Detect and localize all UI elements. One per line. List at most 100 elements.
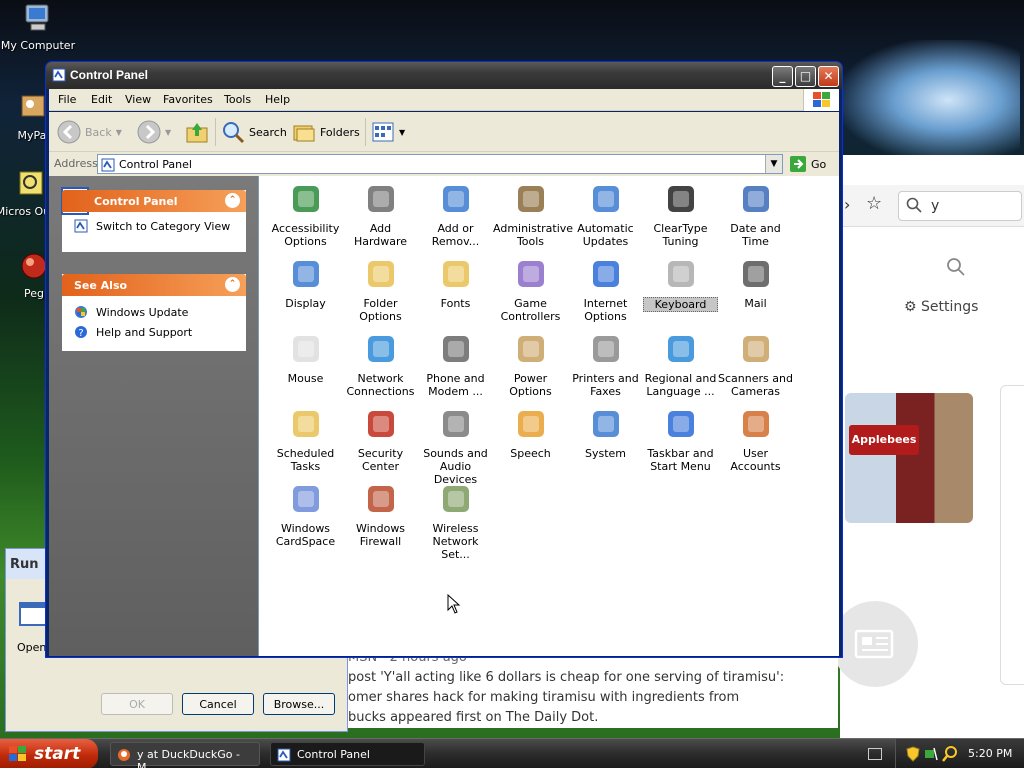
cp-item-add-hardware[interactable]: Add Hardware [343,182,418,248]
cp-item-network-connections[interactable]: Network Connections [343,332,418,398]
maximize-button[interactable]: □ [795,66,816,87]
cp-item-windows-cardspace[interactable]: Windows CardSpace [268,482,343,548]
cp-item-date-and-time[interactable]: Date and Time [718,182,793,248]
cp-item-label-line: Power Options [509,372,552,398]
cp-item-folder-options[interactable]: Folder Options [343,257,418,323]
search-button[interactable]: Search [221,120,287,144]
go-label: Go [811,157,827,171]
windows-flag-icon [9,746,26,761]
toolbar-separator [365,118,366,146]
cp-item-regional-and-language[interactable]: Regional and Language ... [643,332,718,398]
fonts-icon [442,261,469,287]
cp-item-label-line: Tuning [662,235,699,248]
star-icon[interactable]: ☆ [866,193,882,214]
cp-item-label-line: Firewall [359,535,402,548]
go-button[interactable]: Go [789,155,826,173]
cp-item-system[interactable]: System [568,407,643,460]
cp-item-security-center[interactable]: Security Center [343,407,418,473]
cp-item-display[interactable]: Display [268,257,343,310]
menu-favorites[interactable]: Favorites [163,93,213,106]
control-panel-icon [52,68,66,82]
cp-item-phone-and-modem[interactable]: Phone and Modem ... [418,332,493,398]
network-icon[interactable] [924,746,938,762]
cp-item-label: Taskbar and Start Menu [643,447,718,473]
clock[interactable]: 5:20 PM [968,747,1012,760]
cp-item-scheduled-tasks[interactable]: Scheduled Tasks [268,407,343,473]
cp-item-user-accounts[interactable]: User Accounts [718,407,793,473]
cp-item-label: Regional and Language ... [643,372,718,398]
settings-link[interactable]: ⚙ Settings [904,299,978,315]
address-value: Control Panel [119,158,192,171]
cp-item-keyboard[interactable]: Keyboard [643,257,718,312]
keyboard-layout-icon[interactable] [868,748,882,760]
search-icon [223,122,245,144]
cp-item-label-line: Taskbar and [647,447,714,460]
control-panel-small-icon [74,219,88,233]
collapse-icon[interactable]: ⌃ [225,277,240,292]
cp-item-game-controllers[interactable]: Game Controllers [493,257,568,323]
security-shield-icon[interactable] [906,746,920,762]
cp-item-scanners-and-cameras[interactable]: Scanners and Cameras [718,332,793,398]
search-icon[interactable] [942,746,958,762]
cp-item-label-line: Keyboard [654,298,707,311]
help-support-link[interactable]: ? Help and Support [62,322,246,342]
folders-button[interactable]: Folders [292,120,360,144]
address-dropdown-chevron-icon[interactable]: ▼ [765,155,782,173]
menu-edit[interactable]: Edit [91,93,112,106]
taskbar-button-control-panel[interactable]: Control Panel [270,742,425,766]
cp-item-internet-options[interactable]: Internet Options [568,257,643,323]
toolbar-separator [215,118,216,146]
taskbar-button-browser[interactable]: y at DuckDuckGo - M... [110,742,260,768]
back-button[interactable]: Back ▼ [57,120,122,144]
cp-item-power-options[interactable]: Power Options [493,332,568,398]
address-input[interactable]: Control Panel ▼ [97,154,783,174]
cp-item-accessibility-options[interactable]: Accessibility Options [268,182,343,248]
cp-item-mail[interactable]: Mail [718,257,793,310]
cp-item-mouse[interactable]: Mouse [268,332,343,385]
cp-item-wireless-network-set[interactable]: Wireless Network Set... [418,482,493,561]
speech-icon [517,411,544,437]
collapse-icon[interactable]: ⌃ [225,193,240,208]
forward-button[interactable]: ▼ [137,120,171,144]
cp-item-add-or-remov[interactable]: Add or Remov... [418,182,493,248]
menu-view[interactable]: View [125,93,151,106]
search-icon[interactable] [946,257,966,277]
chevron-right-icon[interactable]: › [844,195,850,214]
desktop-icon-my-computer[interactable]: My Computer [0,2,76,52]
cp-item-sounds-and-audio-devices[interactable]: Sounds and Audio Devices [418,407,493,486]
cp-item-fonts[interactable]: Fonts [418,257,493,310]
cp-item-printers-and-faxes[interactable]: Printers and Faxes [568,332,643,398]
cp-item-label-line: Tasks [290,460,321,473]
run-cancel-button[interactable]: Cancel [182,693,254,715]
news-image-card[interactable]: Applebees [845,393,973,523]
cp-item-label: Administrative Tools [493,222,573,248]
minimize-button[interactable]: _ [772,66,793,87]
cp-item-taskbar-and-start-menu[interactable]: Taskbar and Start Menu [643,407,718,473]
run-browse-button[interactable]: Browse... [263,693,335,715]
windows-update-link[interactable]: Windows Update [62,302,246,322]
security-center-icon [367,411,394,437]
menu-tools[interactable]: Tools [224,93,251,106]
cp-item-speech[interactable]: Speech [493,407,568,460]
switch-category-view-link[interactable]: Switch to Category View [62,216,246,236]
close-button[interactable]: ✕ [818,66,839,87]
control-panel-header[interactable]: Control Panel ⌃ [62,190,246,212]
up-folder-button[interactable] [185,120,209,144]
menu-file[interactable]: File [58,93,76,106]
cp-item-administrative-tools[interactable]: Administrative Tools [493,182,573,248]
cp-item-cleartype-tuning[interactable]: ClearType Tuning [643,182,718,248]
phone-and-modem-icon [442,336,469,362]
cp-item-label-line: Fonts [440,297,471,310]
views-button[interactable]: ▼ [371,120,405,144]
cp-item-automatic-updates[interactable]: Automatic Updates [568,182,643,248]
news-snippet[interactable]: MSN · 2 hours ago post 'Y'all acting lik… [348,648,838,728]
see-also-header[interactable]: See Also ⌃ [62,274,246,296]
cp-item-windows-firewall[interactable]: Windows Firewall [343,482,418,548]
minimize-icon: _ [779,69,786,83]
run-ok-button[interactable]: OK [101,693,173,715]
news-reader-button[interactable] [832,601,918,687]
menu-help[interactable]: Help [265,93,290,106]
views-icon [372,122,394,142]
window-titlebar[interactable]: Control Panel _ □ ✕ [46,62,842,89]
start-button[interactable]: start [0,739,98,768]
